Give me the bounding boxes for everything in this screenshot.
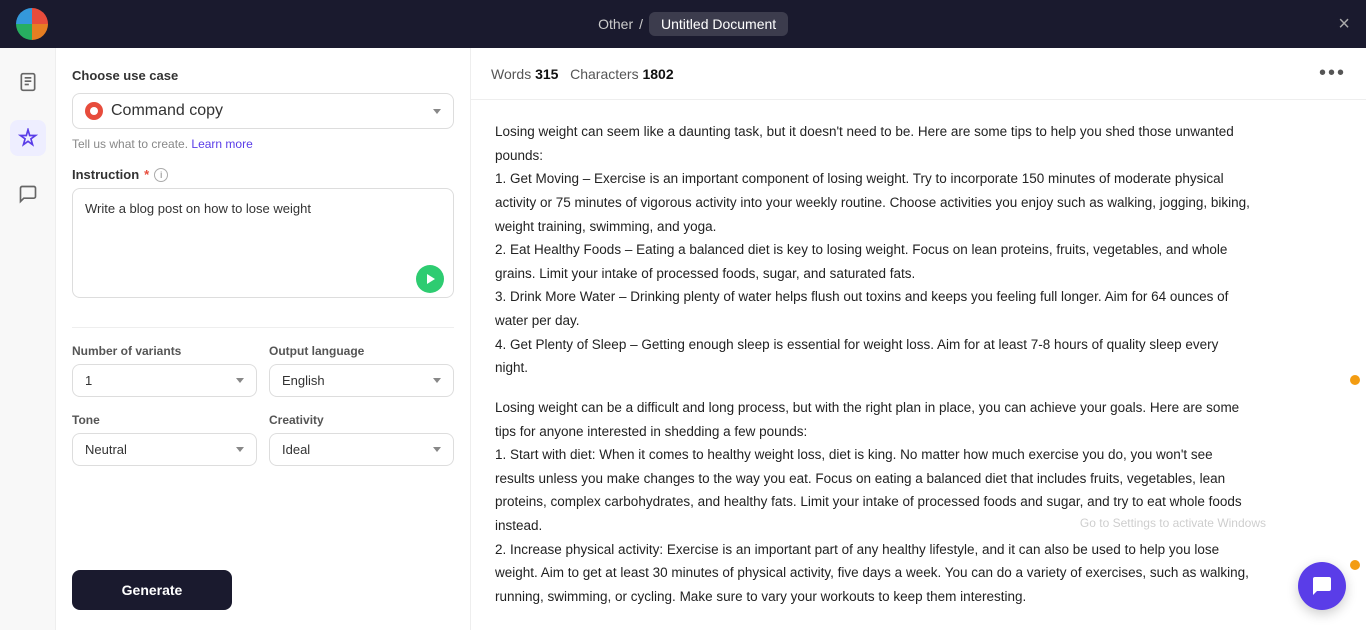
- more-options-button[interactable]: •••: [1319, 62, 1346, 85]
- chevron-down-icon: [236, 447, 244, 452]
- creativity-select[interactable]: Ideal: [269, 433, 454, 466]
- generate-button[interactable]: Generate: [72, 570, 232, 610]
- breadcrumb-separator: /: [639, 16, 643, 32]
- instruction-wrapper: Write a blog post on how to lose weight: [72, 188, 454, 303]
- left-panel: Choose use case Command copy Tell us wha…: [56, 48, 471, 630]
- sidebar-icons: [0, 48, 56, 630]
- chevron-down-icon: [433, 447, 441, 452]
- creativity-value: Ideal: [282, 442, 310, 457]
- output-language-group: Output language English: [269, 344, 454, 397]
- creativity-label: Creativity: [269, 413, 454, 427]
- output-language-value: English: [282, 373, 325, 388]
- topbar: Other / Untitled Document ×: [0, 0, 1366, 48]
- form-row-1: Number of variants 1 Output language Eng…: [72, 344, 454, 397]
- info-icon: i: [154, 168, 168, 182]
- instruction-label: Instruction * i: [72, 167, 454, 182]
- tone-value: Neutral: [85, 442, 127, 457]
- hint-text: Tell us what to create. Learn more: [72, 137, 454, 151]
- sidebar-item-ai[interactable]: [10, 120, 46, 156]
- words-count: 315: [535, 66, 558, 82]
- chevron-down-icon: [236, 378, 244, 383]
- use-case-icon: [85, 102, 103, 120]
- output-language-label: Output language: [269, 344, 454, 358]
- content-scroll[interactable]: Losing weight can seem like a daunting t…: [471, 100, 1366, 630]
- choose-use-case-label: Choose use case: [72, 68, 454, 83]
- chat-support-button[interactable]: [1298, 562, 1346, 610]
- number-of-variants-group: Number of variants 1: [72, 344, 257, 397]
- divider: [72, 327, 454, 328]
- content-toolbar: Words 315 Characters 1802 •••: [471, 48, 1366, 100]
- use-case-value: Command copy: [111, 102, 223, 120]
- breadcrumb-prefix: Other: [598, 16, 633, 32]
- tone-label: Tone: [72, 413, 257, 427]
- chevron-down-icon: [433, 378, 441, 383]
- paragraph-1: Losing weight can seem like a daunting t…: [495, 120, 1255, 380]
- output-language-select[interactable]: English: [269, 364, 454, 397]
- word-count: Words 315 Characters 1802: [491, 66, 674, 82]
- hint-prefix: Tell us what to create.: [72, 137, 188, 151]
- orange-dot-2: [1350, 560, 1360, 570]
- required-marker: *: [144, 167, 149, 182]
- close-button[interactable]: ×: [1338, 13, 1350, 36]
- sidebar-item-document[interactable]: [10, 64, 46, 100]
- creativity-group: Creativity Ideal: [269, 413, 454, 466]
- tone-select[interactable]: Neutral: [72, 433, 257, 466]
- use-case-dropdown[interactable]: Command copy: [72, 93, 454, 129]
- words-label: Words: [491, 66, 531, 82]
- form-row-2: Tone Neutral Creativity Ideal: [72, 413, 454, 466]
- generate-area: Generate: [72, 554, 454, 610]
- number-of-variants-label: Number of variants: [72, 344, 257, 358]
- tone-group: Tone Neutral: [72, 413, 257, 466]
- learn-more-link[interactable]: Learn more: [191, 137, 252, 151]
- topbar-center: Other / Untitled Document: [598, 12, 788, 36]
- number-of-variants-select[interactable]: 1: [72, 364, 257, 397]
- content-area: Words 315 Characters 1802 ••• Losing wei…: [471, 48, 1366, 630]
- characters-count: 1802: [642, 66, 673, 82]
- document-title: Untitled Document: [649, 12, 788, 36]
- orange-dot-1: [1350, 375, 1360, 385]
- app-logo[interactable]: [16, 8, 48, 40]
- paragraph-2: Losing weight can be a difficult and lon…: [495, 396, 1255, 609]
- main-layout: Choose use case Command copy Tell us wha…: [0, 48, 1366, 630]
- chevron-down-icon: [433, 109, 441, 114]
- number-of-variants-value: 1: [85, 373, 92, 388]
- characters-label: Characters: [570, 66, 638, 82]
- instruction-textarea[interactable]: Write a blog post on how to lose weight: [72, 188, 454, 298]
- sidebar-item-chat[interactable]: [10, 176, 46, 212]
- content-text: Losing weight can seem like a daunting t…: [495, 120, 1255, 609]
- send-button[interactable]: [416, 265, 444, 293]
- chat-icon: [1310, 574, 1334, 598]
